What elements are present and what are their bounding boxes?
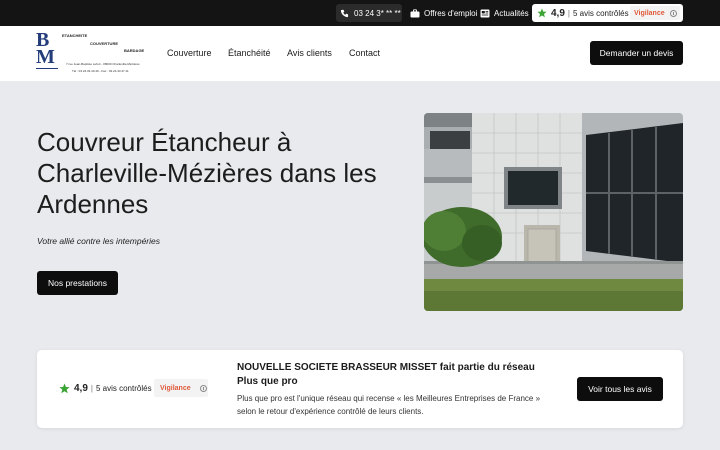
star-icon [59,383,70,393]
news-link[interactable]: Actualités [480,4,529,22]
card-description: Plus que pro est l'unique réseau qui rec… [237,394,541,416]
nav-contact[interactable]: Contact [349,48,380,58]
see-all-reviews-button[interactable]: Voir tous les avis [577,377,663,401]
vigilance-badge[interactable]: Vigilance [630,6,680,20]
logo-line-1: ETANCHEITE [62,33,88,38]
briefcase-icon [410,8,420,17]
top-bar: 03 24 3* ** ** Offres d'emploi Actualité… [0,0,720,26]
nav-etancheite[interactable]: Étanchéité [228,48,271,58]
news-label: Actualités [494,8,529,18]
hero-title: Couvreur Étancheur à Charleville-Mézière… [37,127,377,219]
logo-monogram: BM [36,29,55,68]
card-vigilance-badge[interactable]: Vigilance [154,379,208,397]
logo-underline [36,68,58,69]
services-button[interactable]: Nos prestations [37,271,118,295]
vigilance-label: Vigilance [634,9,665,17]
logo-address: 7 rue Jean-Baptiste Lefort - 08000 Charl… [66,62,140,66]
logo-line-2: COUVERTURE [90,41,119,46]
jobs-label: Offres d'emploi [424,8,478,18]
card-rating-widget[interactable]: 4,9 | 5 avis contrôlés Vigilance [59,378,209,398]
logo-line-3: BARDAGE [124,48,145,53]
phone-icon [340,9,349,17]
hero-subtitle: Votre allié contre les intempéries [37,236,160,246]
rating-count: 5 avis contrôlés [572,8,629,18]
hero-photo [424,113,683,311]
phone-link[interactable]: 03 24 3* ** ** [336,4,402,22]
rating-separator: | [567,8,570,18]
card-rating-score: 4,9 [74,382,88,394]
newspaper-icon [480,9,490,17]
card-rating-count: 5 avis contrôlés [95,383,152,393]
building-illustration [424,113,683,311]
info-icon [669,9,677,17]
phone-number: 03 24 3* ** ** [354,8,401,18]
nav-avis-clients[interactable]: Avis clients [287,48,332,58]
company-logo[interactable]: BM ETANCHEITE COUVERTURE BARDAGE 7 rue J… [36,29,154,76]
card-vigilance-label: Vigilance [160,384,191,392]
jobs-link[interactable]: Offres d'emploi [410,4,477,22]
card-rating-separator: | [90,383,93,393]
rating-score: 4,9 [551,7,565,19]
network-card: 4,9 | 5 avis contrôlés Vigilance NOUVELL… [37,350,683,428]
request-quote-button[interactable]: Demander un devis [590,41,683,65]
info-icon [199,384,207,392]
card-title: NOUVELLE SOCIETE BRASSEUR MISSET fait pa… [237,362,535,387]
star-icon [537,8,547,18]
logo-tel: Tél : 03.24.33.40.40 - Fax : 03.24.33.47… [72,69,129,73]
nav-couverture[interactable]: Couverture [167,48,212,58]
rating-widget[interactable]: 4,9 | 5 avis contrôlés Vigilance [532,4,683,22]
site-header: BM ETANCHEITE COUVERTURE BARDAGE 7 rue J… [0,26,720,81]
